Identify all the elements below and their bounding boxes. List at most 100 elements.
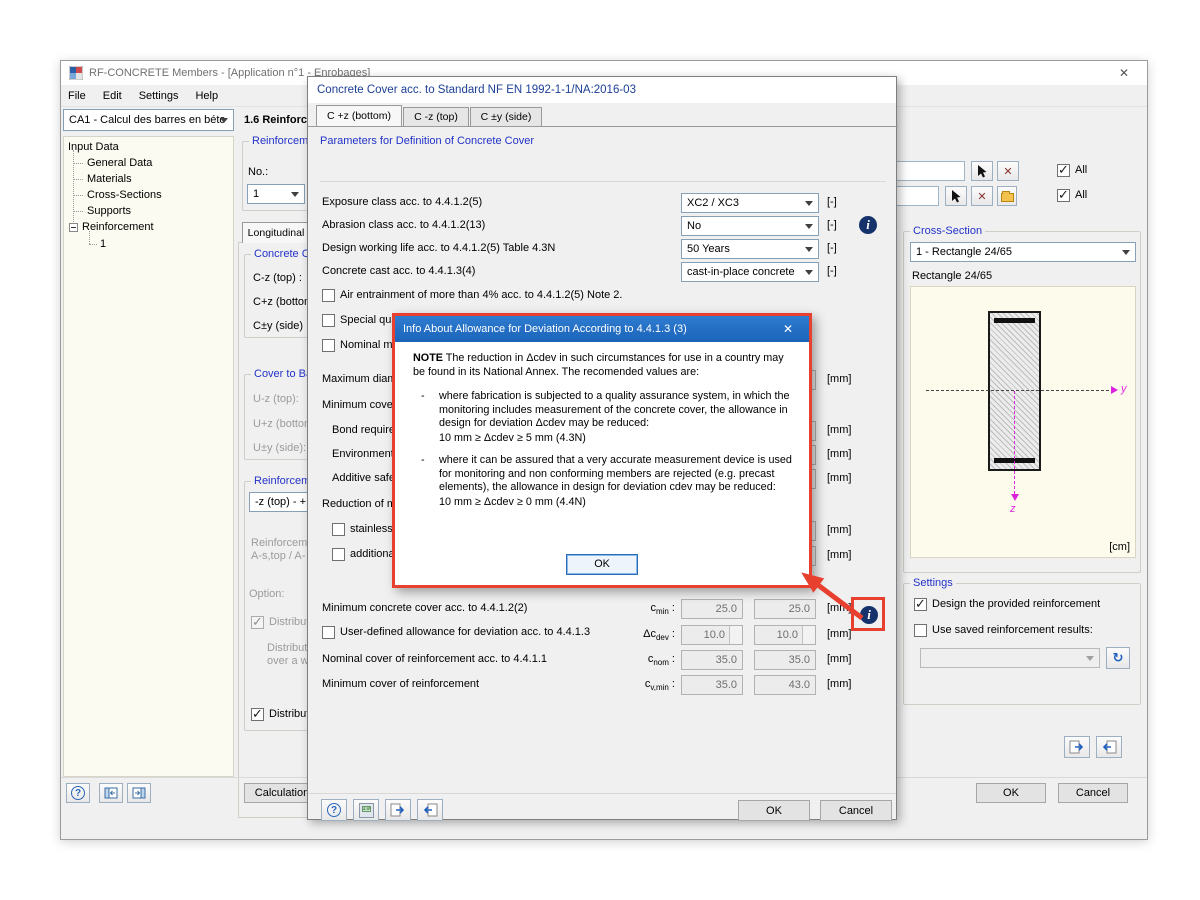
popup-ok-button[interactable]: OK xyxy=(566,554,638,575)
cvmin-symbol: cv,min : xyxy=(644,678,675,693)
bullet-value: 10 mm ≥ Δcdev ≥ 5 mm (4.3N) xyxy=(439,431,586,444)
cross-section-select[interactable]: 1 - Rectangle 24/65 xyxy=(910,242,1136,262)
app-icon xyxy=(69,66,83,80)
main-ok-button[interactable]: OK xyxy=(976,783,1046,803)
tab-c-plus-z[interactable]: C +z (bottom) xyxy=(316,105,402,126)
tab-strip-line xyxy=(308,126,898,127)
all-members-checkbox[interactable]: All xyxy=(1057,162,1087,178)
popup-bullet-1: - where fabrication is subjected to a qu… xyxy=(421,390,795,445)
sheet-arrow-icon xyxy=(1069,740,1084,754)
unit-label: [-] xyxy=(827,196,837,208)
z-axis-line xyxy=(1014,391,1015,494)
tree-item-cross-sections[interactable]: Cross-Sections xyxy=(87,189,162,201)
clear-members-button[interactable] xyxy=(997,161,1019,181)
dialog-cancel-button[interactable]: Cancel xyxy=(820,800,892,821)
dialog-title: Concrete Cover acc. to Standard NF EN 19… xyxy=(317,84,636,96)
menu-edit[interactable]: Edit xyxy=(103,90,122,102)
working-life-select[interactable]: 50 Years xyxy=(681,239,819,259)
section-divider xyxy=(320,181,886,182)
tree-item-supports[interactable]: Supports xyxy=(87,205,131,217)
clear-sets-button[interactable] xyxy=(971,186,993,206)
help-icon xyxy=(327,803,341,817)
main-cancel-button[interactable]: Cancel xyxy=(1058,783,1128,803)
design-provided-checkbox[interactable]: Design the provided reinforcement xyxy=(914,596,1100,612)
section-caption: Parameters for Definition of Concrete Co… xyxy=(320,135,534,147)
special-quality-checkbox[interactable]: Special quali xyxy=(322,314,402,327)
min-cover-reinforcement-label: Minimum cover of reinforcement xyxy=(322,678,480,690)
checkbox-label: Air entrainment of more than 4% acc. to … xyxy=(340,289,623,301)
tab-longitudinal[interactable]: Longitudinal xyxy=(242,222,310,243)
tree-item-reinforcement-1[interactable]: 1 xyxy=(100,238,106,250)
tree-item-reinforcement[interactable]: Reinforcement xyxy=(82,221,154,233)
export-covers-button[interactable] xyxy=(1064,736,1090,758)
tree-item-general-data[interactable]: General Data xyxy=(87,157,152,169)
use-saved-results-checkbox[interactable]: Use saved reinforcement results: xyxy=(914,624,1093,637)
bond-requirement-label: Bond requirer xyxy=(332,424,399,436)
stainless-steel-checkbox[interactable]: stainless s xyxy=(332,523,401,536)
popup-note: NOTE The reduction in Δcdev in such circ… xyxy=(413,352,784,378)
max-diameter-label: Maximum diame xyxy=(322,373,403,385)
air-entrainment-checkbox[interactable]: Air entrainment of more than 4% acc. to … xyxy=(322,289,622,302)
unit-label: [-] xyxy=(827,219,837,231)
exposure-class-label: Exposure class acc. to 4.4.1.2(5) xyxy=(322,196,483,208)
distribute2-checkbox[interactable]: Distribut xyxy=(251,706,309,722)
unit-label: [mm] xyxy=(827,524,852,536)
group-caption: Cover to Ba xyxy=(251,368,316,380)
tab-label: C ±y (side) xyxy=(480,111,532,123)
folder-icon xyxy=(1000,191,1014,202)
concrete-cast-select[interactable]: cast-in-place concrete xyxy=(681,262,819,282)
dialog-help-button[interactable] xyxy=(321,799,347,821)
direction-value: -z (top) - + xyxy=(255,496,307,508)
abrasion-class-label: Abrasion class acc. to 4.4.1.2(13) xyxy=(322,219,486,231)
cross-section-name: Rectangle 24/65 xyxy=(912,270,993,282)
spinner-icon[interactable] xyxy=(802,626,815,644)
jump-next-button[interactable] xyxy=(127,783,151,803)
menu-settings[interactable]: Settings xyxy=(139,90,179,102)
cnom-value2-field: 35.0 xyxy=(754,650,816,670)
new-set-button[interactable] xyxy=(997,186,1017,206)
set-defaults-button[interactable]: 0.00 xyxy=(353,799,379,821)
menu-file[interactable]: File xyxy=(68,90,86,102)
additional-protection-checkbox[interactable]: additional xyxy=(332,548,397,561)
settings-group: Settings Design the provided reinforceme… xyxy=(903,577,1141,705)
tree-item-input-data[interactable]: Input Data xyxy=(68,141,119,153)
navigator-tree: Input Data General Data Materials Cross-… xyxy=(63,136,234,777)
tab-c-minus-z[interactable]: C -z (top) xyxy=(403,107,469,126)
set-number-value: 1 xyxy=(253,188,260,200)
help-button[interactable] xyxy=(66,783,90,803)
tree-item-materials[interactable]: Materials xyxy=(87,173,132,185)
abrasion-class-select[interactable]: No xyxy=(681,216,819,236)
all-sets-checkbox[interactable]: All xyxy=(1057,187,1087,203)
dcdev-value1-stepper[interactable]: 10.0 xyxy=(681,625,743,645)
collapse-icon[interactable] xyxy=(69,223,78,232)
jump-previous-button[interactable] xyxy=(99,783,123,803)
refresh-icon xyxy=(1113,650,1124,666)
pick-sets-button[interactable] xyxy=(945,186,967,206)
case-selector[interactable]: CA1 - Calcul des barres en béto xyxy=(63,109,234,131)
drawing-unit-label: [cm] xyxy=(1109,541,1130,553)
reload-results-button[interactable] xyxy=(1106,647,1130,669)
pick-members-button[interactable] xyxy=(971,161,993,181)
concrete-cast-label: Concrete cast acc. to 4.4.1.3(4) xyxy=(322,265,476,277)
checkbox-icon xyxy=(914,596,927,612)
cross-section-drawing: y z [cm] xyxy=(910,286,1136,558)
import-covers-button[interactable] xyxy=(1096,736,1122,758)
exposure-class-select[interactable]: XC2 / XC3 xyxy=(681,193,819,213)
checkbox-icon xyxy=(332,548,345,561)
user-defined-deviation-checkbox[interactable]: User-defined allowance for deviation acc… xyxy=(322,626,590,639)
spinner-icon[interactable] xyxy=(729,626,742,644)
menu-help[interactable]: Help xyxy=(195,90,218,102)
checkbox-icon xyxy=(1057,187,1070,203)
tab-c-side[interactable]: C ±y (side) xyxy=(470,107,542,126)
distribute-checkbox[interactable]: Distribut xyxy=(251,614,309,630)
copy-to-tabs-button[interactable] xyxy=(385,799,411,821)
close-icon[interactable] xyxy=(775,322,801,336)
info-popup: Info About Allowance for Deviation Accor… xyxy=(392,313,812,588)
copy-from-tabs-button[interactable] xyxy=(417,799,443,821)
dcdev-value2-stepper[interactable]: 10.0 xyxy=(754,625,816,645)
close-icon[interactable] xyxy=(1109,66,1139,80)
popup-title-bar: Info About Allowance for Deviation Accor… xyxy=(395,316,809,342)
abrasion-info-icon[interactable] xyxy=(859,216,877,234)
dialog-ok-button[interactable]: OK xyxy=(738,800,810,821)
set-number-select[interactable]: 1 xyxy=(247,184,305,204)
